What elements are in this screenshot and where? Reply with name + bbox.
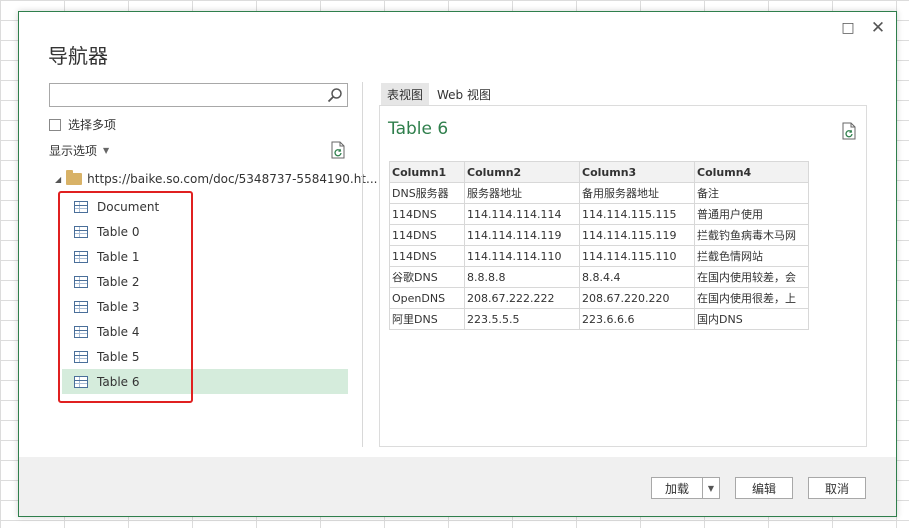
maximize-button[interactable]: □ [836,17,860,39]
dialog-title: 导航器 [48,44,108,68]
multi-select-label: 选择多项 [68,118,117,132]
tree-item-label: Table 3 [97,299,140,314]
tree-root-label: https://baike.so.com/doc/5348737-5584190… [87,172,378,186]
table-cell: 114.114.114.110 [464,245,580,267]
tree-item-table-6[interactable]: Table 6 [62,369,348,394]
edit-button[interactable]: 编辑 [735,477,793,499]
table-row: 114DNS 114.114.114.114 114.114.115.115 普… [389,203,809,225]
table-row: 阿里DNS 223.5.5.5 223.6.6.6 国内DNS [389,308,809,330]
table-cell: 普通用户使用 [694,203,809,225]
tree-root-node[interactable]: ◢ https://baike.so.com/doc/5348737-55841… [55,170,378,186]
dialog-footer: 加载 ▼ 编辑 取消 [19,457,896,516]
table-cell: 在国内使用很差，上 [694,287,809,309]
table-icon [74,225,88,238]
tree-item-label: Table 4 [97,324,140,339]
tree-item-document[interactable]: Document [62,194,348,219]
table-cell: 备注 [694,182,809,204]
column-header[interactable]: Column2 [464,161,580,183]
table-header-row: Column1 Column2 Column3 Column4 [389,161,809,183]
tree-item-label: Table 0 [97,224,140,239]
table-icon [74,350,88,363]
preview-panel: Table 6 Column1 Column2 Column3 Column4 … [379,105,867,447]
table-cell: 114.114.114.114 [464,203,580,225]
tree-item-label: Table 1 [97,249,140,264]
tree-item-label: Table 6 [97,374,140,389]
table-row: 114DNS 114.114.114.110 114.114.115.110 拦… [389,245,809,267]
load-button[interactable]: 加载 [651,477,703,499]
table-cell: 114DNS [389,245,465,267]
folder-icon [66,170,83,185]
close-button[interactable]: ✕ [866,17,890,39]
panel-divider [362,82,363,447]
view-tabs: 表视图 Web 视图 [381,83,497,105]
table-row: OpenDNS 208.67.222.222 208.67.220.220 在国… [389,287,809,309]
tree-item-label: Table 2 [97,274,140,289]
table-cell: 114.114.115.115 [579,203,695,225]
table-cell: 223.6.6.6 [579,308,695,330]
table-cell: 阿里DNS [389,308,465,330]
display-options-menu[interactable]: 显示选项 ▼ [49,142,109,159]
preview-table: Column1 Column2 Column3 Column4 DNS服务器 服… [389,161,809,330]
tree-item-label: Table 5 [97,349,140,364]
tree-item-table-0[interactable]: Table 0 [62,219,348,244]
column-header[interactable]: Column4 [694,161,809,183]
table-icon [74,325,88,338]
chevron-down-icon: ▼ [103,146,110,155]
refresh-icon[interactable] [841,122,857,140]
table-cell: OpenDNS [389,287,465,309]
tree-item-table-5[interactable]: Table 5 [62,344,348,369]
tree-item-table-2[interactable]: Table 2 [62,269,348,294]
table-cell: 114.114.115.110 [579,245,695,267]
table-cell: 114.114.115.119 [579,224,695,246]
multi-select-option[interactable]: 选择多项 [49,116,116,133]
display-options-label: 显示选项 [49,144,98,158]
table-icon [74,300,88,313]
tree-item-label: Document [97,199,160,214]
tree-item-table-1[interactable]: Table 1 [62,244,348,269]
table-icon [74,275,88,288]
table-cell: 拦截钓鱼病毒木马网 [694,224,809,246]
table-cell: 服务器地址 [464,182,580,204]
table-cell: 208.67.222.222 [464,287,580,309]
table-cell: 208.67.220.220 [579,287,695,309]
table-cell: 114DNS [389,224,465,246]
collapse-arrow-icon[interactable]: ◢ [55,175,61,184]
search-input[interactable] [50,84,320,106]
table-row: 114DNS 114.114.114.119 114.114.115.119 拦… [389,224,809,246]
table-cell: 拦截色情网站 [694,245,809,267]
tree-item-table-4[interactable]: Table 4 [62,319,348,344]
tab-table-view[interactable]: 表视图 [381,83,430,105]
table-icon [74,375,88,388]
load-dropdown-button[interactable]: ▼ [702,477,720,499]
table-cell: 谷歌DNS [389,266,465,288]
multi-select-checkbox[interactable] [49,118,61,131]
table-cell: 在国内使用较差，会 [694,266,809,288]
search-icon[interactable] [327,87,343,103]
table-cell: 223.5.5.5 [464,308,580,330]
table-icon [74,200,88,213]
tree-item-table-3[interactable]: Table 3 [62,294,348,319]
table-row: DNS服务器 服务器地址 备用服务器地址 备注 [389,182,809,204]
search-box [49,83,348,107]
table-cell: 114.114.114.119 [464,224,580,246]
table-cell: 114DNS [389,203,465,225]
table-cell: 8.8.8.8 [464,266,580,288]
refresh-icon[interactable] [330,141,346,159]
table-cell: DNS服务器 [389,182,465,204]
navigator-dialog: □ ✕ 导航器 选择多项 显示选项 ▼ ◢ https://baike.so.c… [18,11,897,517]
table-row: 谷歌DNS 8.8.8.8 8.8.4.4 在国内使用较差，会 [389,266,809,288]
tree-list: Document Table 0 Table 1 Table 2 Table 3… [62,194,348,394]
table-cell: 国内DNS [694,308,809,330]
column-header[interactable]: Column1 [389,161,465,183]
cancel-button[interactable]: 取消 [808,477,866,499]
tab-web-view[interactable]: Web 视图 [431,83,497,105]
table-icon [74,250,88,263]
column-header[interactable]: Column3 [579,161,695,183]
table-cell: 备用服务器地址 [579,182,695,204]
preview-title: Table 6 [388,119,449,139]
table-cell: 8.8.4.4 [579,266,695,288]
